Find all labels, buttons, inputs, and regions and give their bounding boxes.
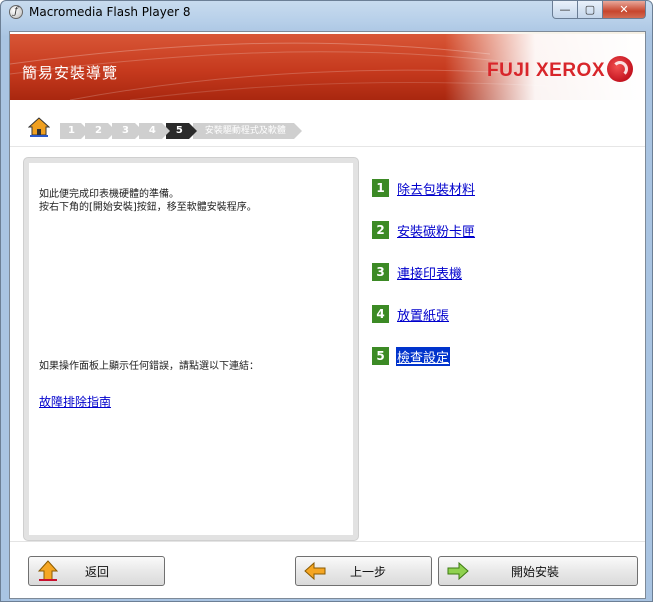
previous-button-label: 上一步 bbox=[350, 564, 387, 579]
task-link-paper[interactable]: 放置紙張 bbox=[396, 305, 450, 324]
current-step-label: 安裝驅動程式及軟體 bbox=[192, 123, 302, 139]
start-install-button[interactable]: 開始安裝 bbox=[438, 556, 638, 586]
completion-message: 如此便完成印表機硬體的準備。 按右下角的[開始安裝]按鈕，移至軟體安裝程序。 bbox=[39, 188, 339, 214]
completion-line-1: 如此便完成印表機硬體的準備。 bbox=[39, 189, 179, 200]
task-item-toner: 2 安裝碳粉卡匣 bbox=[372, 220, 476, 240]
previous-button[interactable]: 上一步 bbox=[295, 556, 432, 586]
task-link-unpack[interactable]: 除去包裝材料 bbox=[396, 179, 476, 198]
task-item-paper: 4 放置紙張 bbox=[372, 304, 450, 324]
error-hint: 如果操作面板上顯示任何錯誤，請點選以下連結： bbox=[39, 360, 339, 373]
button-bar: 返回 上一步 開始安裝 bbox=[10, 541, 645, 598]
task-number: 3 bbox=[372, 263, 389, 281]
task-link-toner[interactable]: 安裝碳粉卡匣 bbox=[396, 221, 476, 240]
task-number: 1 bbox=[372, 179, 389, 197]
completion-line-2: 按右下角的[開始安裝]按鈕，移至軟體安裝程序。 bbox=[39, 202, 257, 213]
task-number: 5 bbox=[372, 347, 389, 365]
brand-wordmark: FUJI XEROX bbox=[487, 60, 605, 81]
back-button[interactable]: 返回 bbox=[28, 556, 165, 586]
back-button-label: 返回 bbox=[85, 564, 110, 579]
task-link-connect[interactable]: 連接印表機 bbox=[396, 263, 463, 282]
header-banner: 簡易安裝導覽 FUJI XEROX bbox=[10, 32, 645, 100]
error-hint-text: 如果操作面板上顯示任何錯誤，請點選以下連結： bbox=[39, 361, 259, 372]
window-title: Macromedia Flash Player 8 bbox=[29, 5, 191, 19]
client-area: 簡易安裝導覽 FUJI XEROX 1 2 3 4 5 安裝驅動程式及軟體 如此… bbox=[9, 31, 646, 599]
maximize-button[interactable]: ▢ bbox=[578, 1, 603, 19]
task-number: 2 bbox=[372, 221, 389, 239]
step-indicator: 1 2 3 4 5 安裝驅動程式及軟體 bbox=[60, 123, 302, 139]
step-1: 1 bbox=[60, 123, 89, 139]
window-controls: — ▢ ✕ bbox=[552, 1, 646, 20]
app-window: ƒ Macromedia Flash Player 8 — ▢ ✕ 簡易安裝導覽… bbox=[0, 0, 653, 602]
minimize-button[interactable]: — bbox=[552, 1, 578, 19]
step-navigation: 1 2 3 4 5 安裝驅動程式及軟體 bbox=[10, 100, 645, 147]
left-arrow-icon bbox=[304, 561, 326, 581]
troubleshooting-guide-link[interactable]: 故障排除指南 bbox=[39, 393, 111, 410]
task-item-settings: 5 檢查設定 bbox=[372, 346, 451, 366]
right-arrow-icon bbox=[447, 561, 469, 581]
up-arrow-icon bbox=[37, 560, 59, 581]
title-bar[interactable]: ƒ Macromedia Flash Player 8 — ▢ ✕ bbox=[1, 1, 652, 23]
start-install-button-label: 開始安裝 bbox=[511, 564, 560, 579]
task-link-settings[interactable]: 檢查設定 bbox=[396, 346, 451, 366]
task-item-connect: 3 連接印表機 bbox=[372, 262, 463, 282]
info-panel: 如此便完成印表機硬體的準備。 按右下角的[開始安裝]按鈕，移至軟體安裝程序。 如… bbox=[24, 158, 358, 540]
flash-player-icon: ƒ bbox=[9, 5, 23, 19]
task-item-unpack: 1 除去包裝材料 bbox=[372, 178, 476, 198]
fuji-xerox-logo-icon bbox=[607, 56, 633, 82]
close-button[interactable]: ✕ bbox=[603, 1, 646, 19]
task-number: 4 bbox=[372, 305, 389, 323]
home-icon[interactable] bbox=[28, 117, 50, 137]
banner-title: 簡易安裝導覽 bbox=[22, 64, 119, 82]
